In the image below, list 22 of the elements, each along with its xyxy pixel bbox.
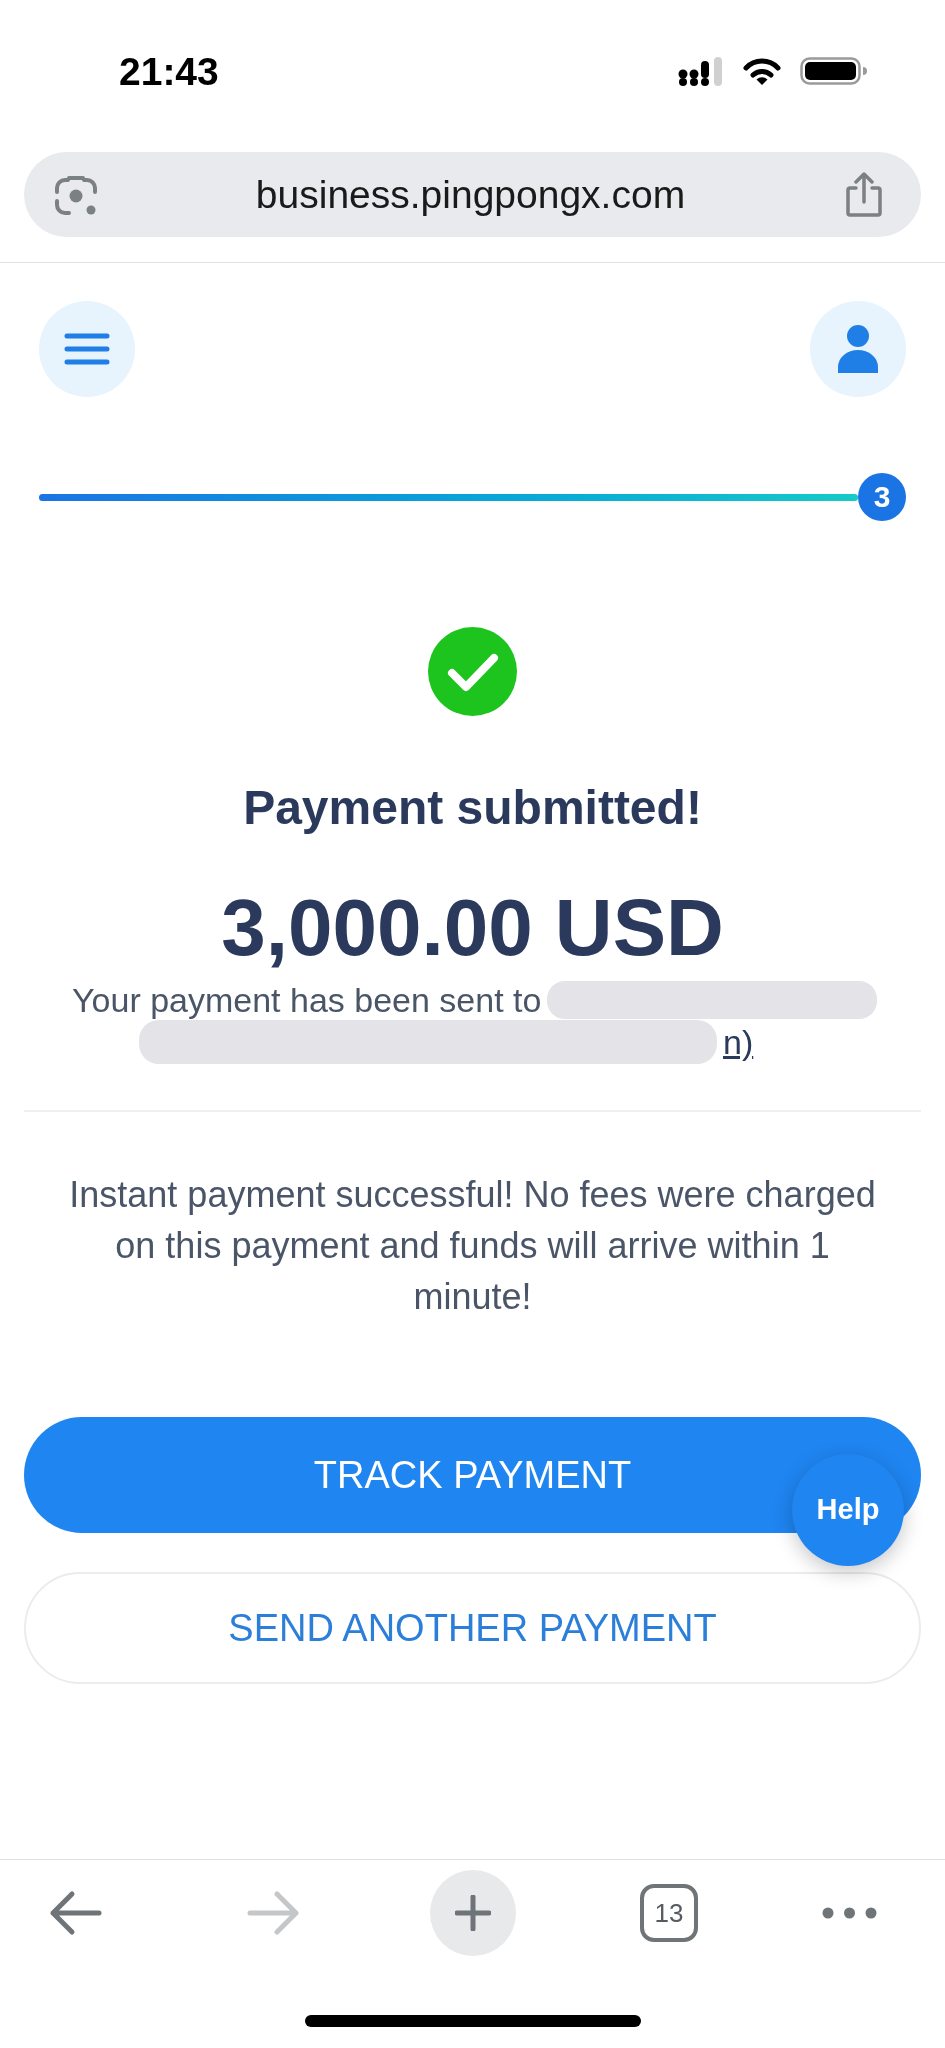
more-icon[interactable] [822, 1907, 877, 1919]
check-icon [428, 627, 517, 716]
status-message: Instant payment successful! No fees were charged on this payment and funds will arrive within 1 minute! [68, 1173, 877, 1319]
wifi-icon [742, 56, 782, 86]
menu-icon [64, 333, 110, 365]
address-bar[interactable]: business.pingpongx.com [24, 152, 921, 237]
amount-text: 3,000.00 USD [221, 882, 724, 974]
person-icon [838, 325, 878, 373]
page-title: Payment submitted! [243, 780, 702, 836]
camera-scan-icon[interactable] [54, 173, 98, 216]
recipient-text: Your payment has been sent to [72, 980, 542, 1020]
recipient-link[interactable]: n) [723, 1022, 754, 1062]
back-arrow-icon[interactable] [48, 1890, 102, 1936]
send-another-payment-button[interactable]: SEND ANOTHER PAYMENT [24, 1572, 921, 1684]
tab-count-button[interactable]: 13 [640, 1884, 698, 1942]
status-time: 21:43 [119, 51, 219, 91]
share-icon[interactable] [843, 172, 885, 217]
plus-icon [455, 1895, 491, 1931]
url-text: business.pingpongx.com [254, 175, 687, 214]
battery-icon [800, 57, 867, 85]
signal-icon [678, 56, 724, 86]
step-number: 3 [858, 473, 906, 521]
